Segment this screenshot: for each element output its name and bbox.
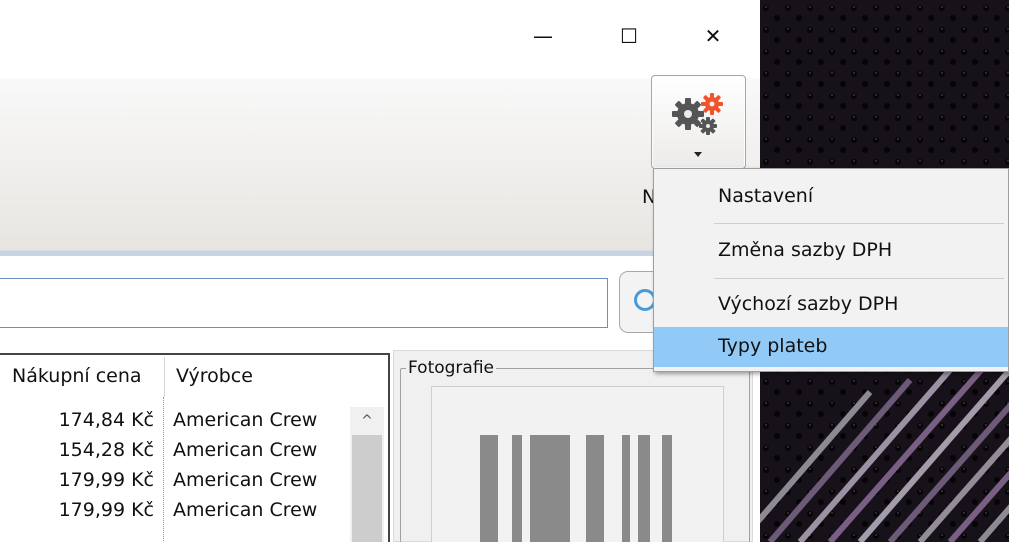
settings-dropdown-button[interactable] [651, 75, 746, 169]
ribbon [0, 78, 760, 250]
barcode-bar [530, 435, 570, 542]
barcode-bar [480, 435, 498, 542]
table-cell-price[interactable]: 179,99 Kč [0, 469, 154, 491]
gears-icon [672, 93, 723, 135]
column-divider [164, 357, 165, 397]
table-cell-price[interactable]: 179,99 Kč [0, 499, 154, 521]
menu-item-label: Typy plateb [718, 335, 828, 357]
maximize-button[interactable]: ☐ [606, 18, 652, 54]
table-cell-maker[interactable]: American Crew [173, 409, 317, 431]
barcode-bar [586, 435, 604, 542]
product-table: Nákupní cena Výrobce 174,84 Kč American … [0, 353, 390, 542]
menu-item-settings[interactable]: Nastavení [654, 177, 1008, 217]
menu-item-default-vat-rates[interactable]: Výchozí sazby DPH [654, 285, 1008, 325]
title-bar: — ☐ ✕ [0, 0, 760, 78]
table-cell-price[interactable]: 174,84 Kč [0, 409, 154, 431]
scroll-up-arrow-icon[interactable]: ^ [356, 410, 378, 432]
menu-separator [714, 278, 1004, 279]
barcode-bar [638, 435, 650, 542]
search-input[interactable] [0, 278, 608, 328]
settings-dropdown-menu: Nastavení Změna sazby DPH Výchozí sazby … [653, 168, 1009, 372]
table-cell-price[interactable]: 154,28 Kč [0, 439, 154, 461]
close-button[interactable]: ✕ [690, 18, 736, 54]
photo-groupbox-label: Fotografie [406, 358, 497, 378]
menu-item-change-vat-rate[interactable]: Změna sazby DPH [654, 231, 1008, 271]
scrollbar-thumb[interactable] [352, 435, 382, 542]
menu-item-label: Nastavení [718, 185, 814, 207]
photo-placeholder-image [431, 386, 724, 542]
barcode-bar [512, 435, 522, 542]
table-cell-maker[interactable]: American Crew [173, 469, 317, 491]
column-divider-dotted [163, 397, 164, 542]
barcode-bar [662, 435, 672, 542]
column-header-manufacturer[interactable]: Výrobce [176, 365, 253, 387]
table-cell-maker[interactable]: American Crew [173, 439, 317, 461]
barcode-bar [622, 435, 630, 542]
menu-item-label: Změna sazby DPH [718, 239, 893, 261]
menu-item-payment-types[interactable]: Typy plateb [654, 327, 1008, 367]
minimize-button[interactable]: — [520, 18, 566, 54]
column-header-purchase-price[interactable]: Nákupní cena [12, 365, 142, 387]
table-cell-maker[interactable]: American Crew [173, 499, 317, 521]
menu-separator [714, 223, 1004, 224]
dropdown-caret-icon [694, 152, 702, 157]
menu-item-label: Výchozí sazby DPH [718, 293, 899, 315]
